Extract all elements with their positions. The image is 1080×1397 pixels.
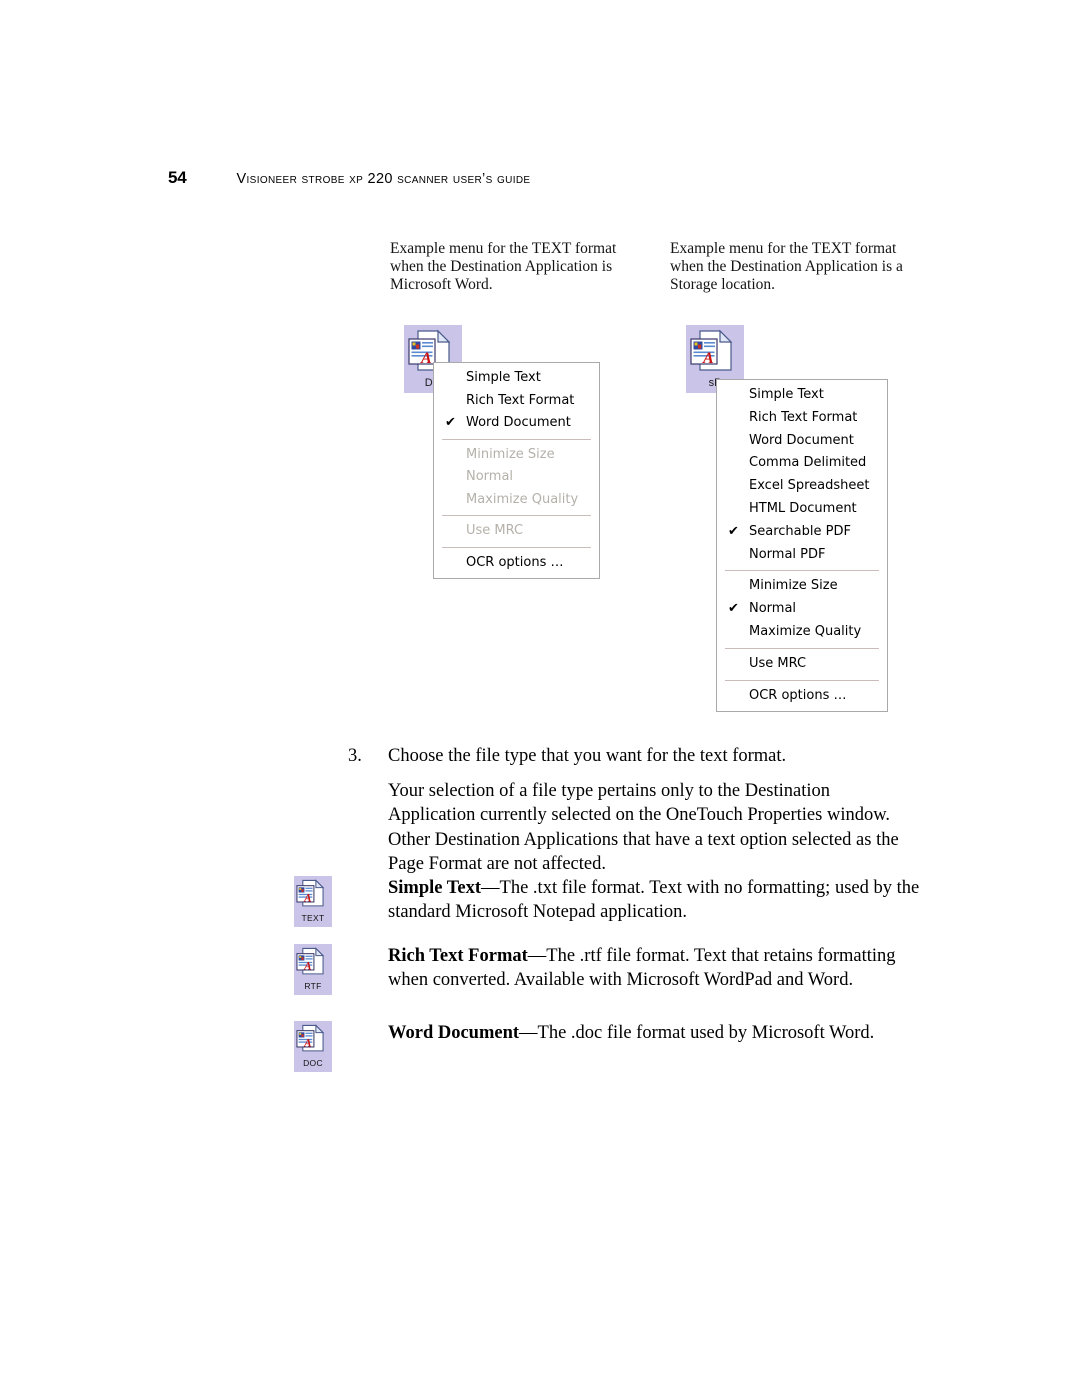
menu-item-html-document[interactable]: HTML Document bbox=[717, 498, 887, 521]
text-document-icon: A bbox=[295, 947, 331, 976]
text-document-icon: A bbox=[688, 329, 742, 373]
menu-item-word-document[interactable]: Word Document bbox=[717, 430, 887, 453]
format-icon-label: TEXT bbox=[301, 913, 325, 923]
format-description-row: A DOC Word Document—The .doc file format… bbox=[294, 1021, 924, 1072]
format-icon-doc: A DOC bbox=[294, 1021, 332, 1072]
menu-separator bbox=[442, 438, 591, 440]
menu-item-word-document[interactable]: ✔ Word Document bbox=[434, 412, 599, 435]
svg-text:A: A bbox=[303, 1037, 311, 1049]
format-name: Simple Text bbox=[388, 878, 482, 898]
menu-item-label: Rich Text Format bbox=[749, 409, 858, 425]
menu-item-label: Maximize Quality bbox=[466, 491, 579, 507]
check-icon: ✔ bbox=[445, 415, 456, 430]
menu-item-searchable-pdf[interactable]: ✔ Searchable PDF bbox=[717, 521, 887, 544]
format-icon-text: A TEXT bbox=[294, 876, 332, 927]
context-menu-word[interactable]: Simple Text Rich Text Format ✔ Word Documen… bbox=[433, 362, 600, 579]
menu-item-label: Simple Text bbox=[749, 387, 824, 402]
menu-item-label: Use MRC bbox=[749, 655, 807, 671]
format-icon-label: RTF bbox=[304, 981, 322, 991]
format-description-row: A TEXT Simple Text—The .txt file format.… bbox=[294, 876, 924, 927]
menu-item-normal-pdf[interactable]: Normal PDF bbox=[717, 544, 887, 567]
menu-item-label: OCR options … bbox=[749, 687, 847, 703]
text-document-icon: A bbox=[295, 1024, 331, 1053]
svg-text:A: A bbox=[303, 892, 311, 904]
menu-item-maximize-quality: Maximize Quality bbox=[434, 489, 599, 512]
text-document-icon: A bbox=[295, 879, 331, 908]
figure-caption-left: Example menu for the TEXT format when th… bbox=[390, 240, 617, 294]
menu-item-use-mrc[interactable]: Use MRC bbox=[717, 653, 887, 676]
menu-item-rich-text-format[interactable]: Rich Text Format bbox=[434, 390, 599, 413]
menu-item-label: Normal bbox=[749, 601, 797, 617]
menu-item-label: Searchable PDF bbox=[749, 523, 851, 539]
check-icon: ✔ bbox=[728, 601, 739, 617]
format-detail: —The .doc file format used by Microsoft … bbox=[519, 1023, 875, 1043]
page-header: 54 Visioneer Strobe XP 220 Scanner User’… bbox=[168, 168, 530, 188]
menu-item-ocr-options[interactable]: OCR options … bbox=[434, 552, 599, 575]
menu-item-label: Comma Delimited bbox=[749, 455, 867, 471]
format-icon-rtf: A RTF bbox=[294, 944, 332, 995]
format-description-text: Rich Text Format—The .rtf file format. T… bbox=[388, 944, 924, 992]
menu-item-label: Use MRC bbox=[466, 523, 524, 538]
page-number: 54 bbox=[168, 168, 187, 187]
menu-item-comma-delimited[interactable]: Comma Delimited bbox=[717, 452, 887, 475]
menu-item-simple-text[interactable]: Simple Text bbox=[717, 384, 887, 407]
menu-item-label: Simple Text bbox=[466, 370, 541, 385]
menu-separator bbox=[442, 515, 591, 516]
menu-item-simple-text[interactable]: Simple Text bbox=[434, 367, 599, 390]
menu-item-label: Excel Spreadsheet bbox=[749, 478, 870, 494]
menu-item-normal[interactable]: ✔ Normal bbox=[717, 598, 887, 621]
menu-separator bbox=[725, 647, 879, 649]
format-description-text: Simple Text—The .txt file format. Text w… bbox=[388, 876, 924, 924]
svg-text:A: A bbox=[702, 350, 714, 367]
format-icon-label: DOC bbox=[303, 1058, 323, 1068]
format-description-text: Word Document—The .doc file format used … bbox=[388, 1021, 924, 1045]
format-name: Rich Text Format bbox=[388, 946, 528, 966]
running-title: Visioneer Strobe XP 220 Scanner User’s G… bbox=[236, 171, 531, 187]
menu-item-rich-text-format[interactable]: Rich Text Format bbox=[717, 407, 887, 430]
menu-item-label: Word Document bbox=[749, 432, 854, 448]
check-icon: ✔ bbox=[728, 523, 739, 539]
menu-item-excel-spreadsheet[interactable]: Excel Spreadsheet bbox=[717, 475, 887, 498]
step-body-text: Your selection of a file type pertains o… bbox=[388, 781, 899, 874]
numbered-step: 3. Choose the file type that you want fo… bbox=[348, 744, 918, 876]
format-description-row: A RTF Rich Text Format—The .rtf file for… bbox=[294, 944, 924, 995]
format-name: Word Document bbox=[388, 1023, 520, 1043]
menu-item-label: Normal bbox=[466, 469, 514, 484]
step-lead-text: Choose the file type that you want for t… bbox=[388, 746, 787, 766]
menu-item-normal: Normal bbox=[434, 466, 599, 489]
menu-item-label: Minimize Size bbox=[466, 446, 555, 462]
context-menu-storage[interactable]: Simple Text Rich Text Format Word Document… bbox=[716, 379, 888, 713]
menu-item-label: Maximize Quality bbox=[749, 623, 862, 639]
menu-separator bbox=[442, 546, 591, 548]
menu-item-label: Word Document bbox=[466, 415, 571, 430]
svg-text:A: A bbox=[420, 350, 432, 367]
menu-item-label: Minimize Size bbox=[749, 578, 838, 594]
menu-item-label: HTML Document bbox=[749, 500, 857, 516]
menu-item-label: Normal PDF bbox=[749, 546, 826, 562]
menu-item-minimize-size[interactable]: Minimize Size bbox=[717, 575, 887, 598]
menu-item-use-mrc: Use MRC bbox=[434, 520, 599, 543]
menu-item-maximize-quality[interactable]: Maximize Quality bbox=[717, 621, 887, 644]
menu-item-ocr-options[interactable]: OCR options … bbox=[717, 685, 887, 708]
svg-text:A: A bbox=[303, 960, 311, 972]
step-number: 3. bbox=[348, 746, 362, 766]
menu-separator bbox=[725, 570, 879, 572]
figure-caption-right: Example menu for the TEXT format when th… bbox=[670, 240, 903, 294]
menu-item-label: OCR options … bbox=[466, 554, 564, 570]
menu-item-label: Rich Text Format bbox=[466, 392, 575, 408]
menu-separator bbox=[725, 679, 879, 681]
menu-item-minimize-size: Minimize Size bbox=[434, 444, 599, 467]
